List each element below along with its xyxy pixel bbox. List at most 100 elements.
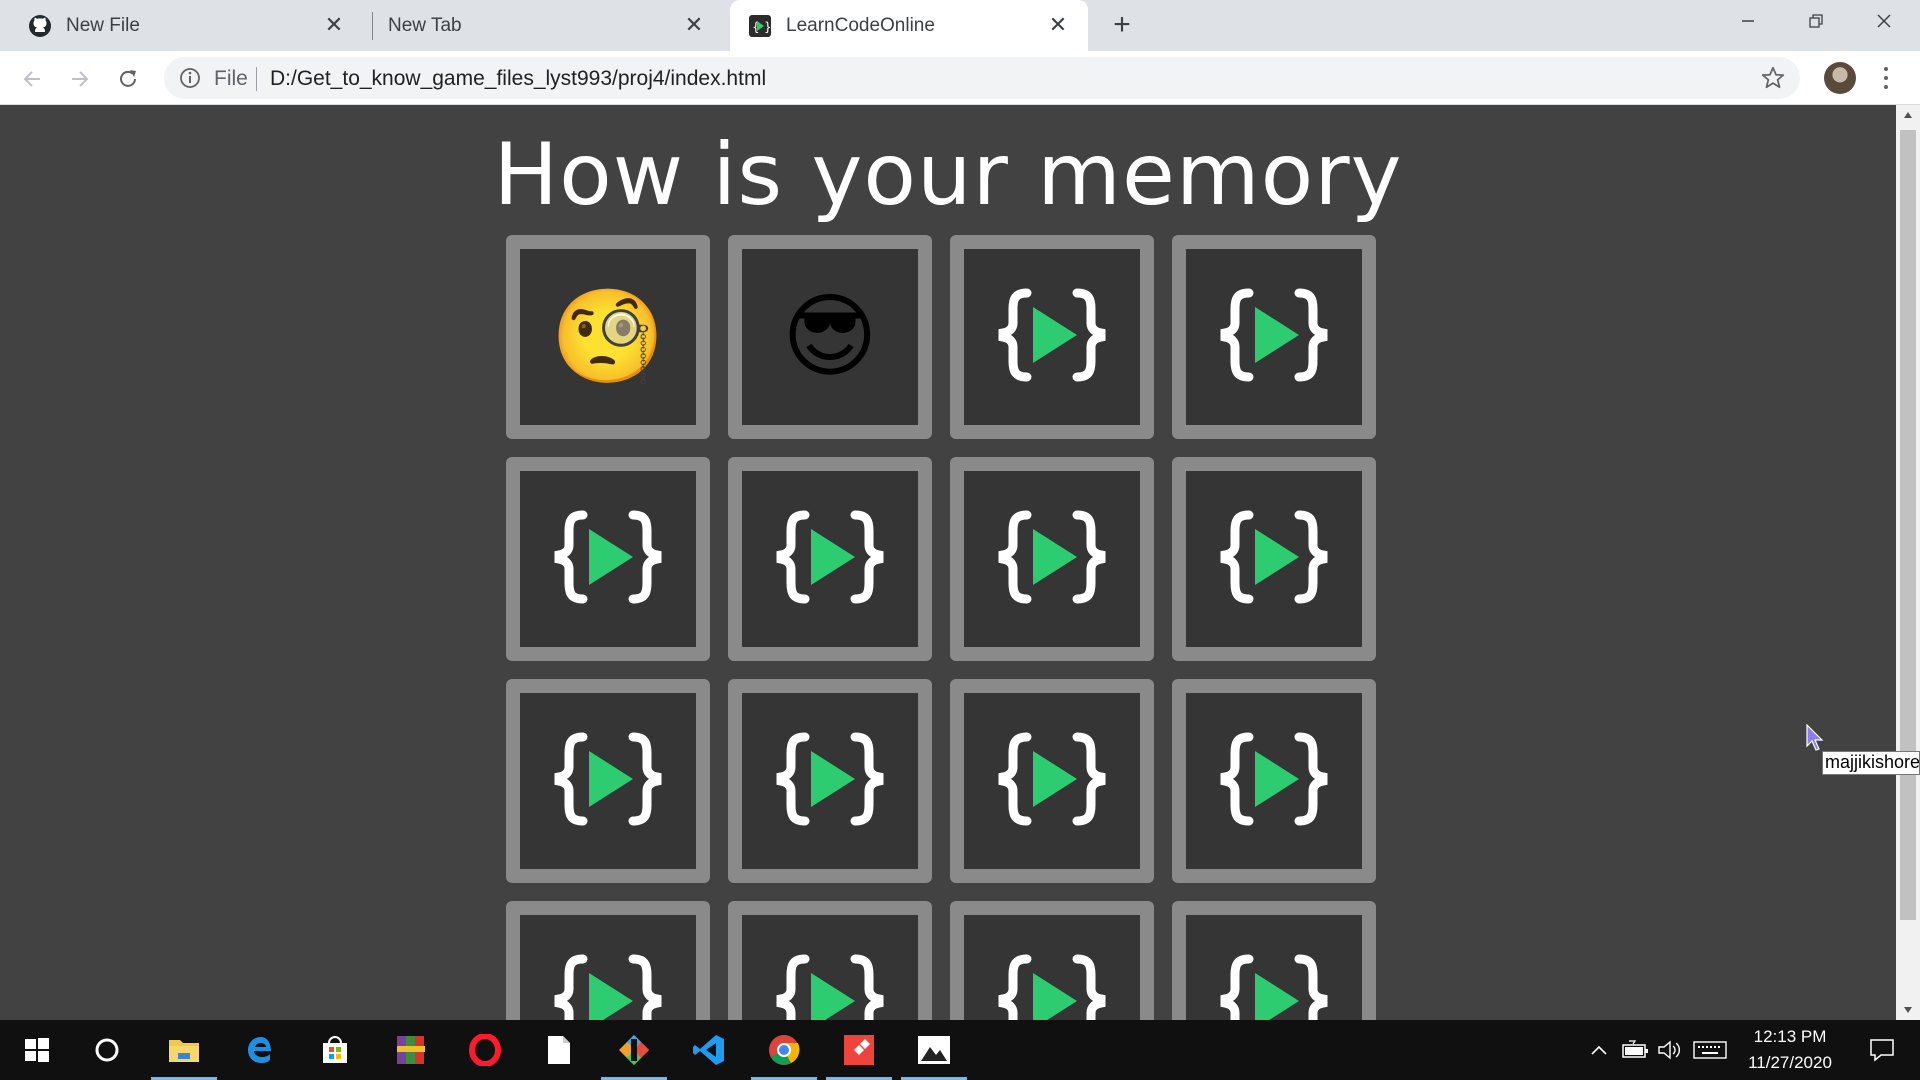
memory-card[interactable] — [506, 457, 710, 661]
memory-card[interactable] — [1172, 679, 1376, 883]
bookmark-star-icon[interactable] — [1760, 65, 1786, 91]
browser-tab-strip: New File ✕ New Tab ✕ {} LearnCodeOnline … — [0, 0, 1920, 51]
memory-card[interactable] — [1172, 235, 1376, 439]
learncodeonline-logo-icon — [1219, 507, 1329, 612]
info-icon[interactable] — [178, 66, 202, 90]
cortana-icon[interactable] — [70, 1020, 144, 1080]
anydesk-icon[interactable] — [822, 1020, 896, 1080]
volume-icon[interactable] — [1654, 1020, 1686, 1080]
card-face — [1186, 249, 1362, 425]
card-face — [742, 693, 918, 869]
file-explorer-icon[interactable] — [147, 1020, 221, 1080]
card-face — [520, 471, 696, 647]
learncodeonline-icon: {} — [748, 14, 772, 38]
scroll-down-arrow-icon[interactable] — [1896, 1000, 1920, 1020]
photos-icon[interactable] — [897, 1020, 971, 1080]
minimize-icon[interactable] — [1714, 0, 1782, 42]
tab-new-tab[interactable]: New Tab ✕ — [374, 0, 724, 51]
card-face — [742, 915, 918, 1020]
learncodeonline-logo-icon — [775, 729, 885, 834]
keyboard-icon[interactable] — [1690, 1020, 1730, 1080]
learncodeonline-logo-icon — [775, 507, 885, 612]
learncodeonline-logo-icon — [775, 951, 885, 1020]
profile-avatar[interactable] — [1824, 62, 1856, 94]
forward-arrow-icon[interactable] — [62, 61, 98, 97]
tab-title: New Tab — [388, 14, 462, 36]
memory-card[interactable] — [506, 679, 710, 883]
more-menu-icon[interactable] — [1876, 63, 1896, 93]
learncodeonline-logo-icon — [1219, 285, 1329, 390]
tab-separator — [372, 12, 373, 40]
learncodeonline-logo-icon — [1219, 951, 1329, 1020]
battery-icon[interactable] — [1618, 1020, 1652, 1080]
memory-card[interactable] — [728, 901, 932, 1020]
learncodeonline-logo-icon — [997, 507, 1107, 612]
restore-icon[interactable] — [1782, 0, 1850, 42]
back-arrow-icon[interactable] — [14, 61, 50, 97]
learncodeonline-logo-icon — [553, 729, 663, 834]
start-icon[interactable] — [0, 1020, 74, 1080]
card-face — [1186, 471, 1362, 647]
memory-card[interactable] — [950, 901, 1154, 1020]
card-face — [1186, 693, 1362, 869]
card-face — [520, 693, 696, 869]
learncodeonline-logo-icon — [1219, 729, 1329, 834]
learncodeonline-logo-icon — [553, 951, 663, 1020]
page-scrollbar[interactable] — [1896, 105, 1920, 1020]
system-clock[interactable]: 12:13 PM 11/27/2020 — [1730, 1024, 1850, 1076]
vscode-icon[interactable] — [672, 1020, 746, 1080]
svg-text:}: } — [764, 20, 771, 34]
address-bar[interactable]: File D:/Get_to_know_game_files_lyst993/p… — [164, 57, 1800, 99]
card-face — [964, 915, 1140, 1020]
new-tab-button[interactable]: + — [1106, 10, 1138, 42]
notification-center-icon[interactable] — [1852, 1020, 1912, 1080]
tab-learncodeonline[interactable]: {} LearnCodeOnline ✕ — [730, 0, 1088, 51]
chrome-icon[interactable] — [747, 1020, 821, 1080]
learncodeonline-logo-icon — [997, 951, 1107, 1020]
opera-icon[interactable] — [448, 1020, 522, 1080]
clock-time: 12:13 PM — [1753, 1027, 1827, 1046]
scroll-up-arrow-icon[interactable] — [1896, 105, 1920, 125]
tooltip: majjikishore — [1822, 751, 1920, 775]
close-icon[interactable]: ✕ — [322, 13, 346, 37]
git-icon[interactable] — [597, 1020, 671, 1080]
edge-icon[interactable] — [224, 1020, 298, 1080]
card-face — [742, 471, 918, 647]
memory-card[interactable] — [950, 679, 1154, 883]
tab-new-file[interactable]: New File ✕ — [14, 0, 364, 51]
learncodeonline-logo-icon — [997, 285, 1107, 390]
omnibox-divider — [256, 67, 257, 91]
github-icon — [28, 14, 52, 38]
card-face — [964, 249, 1140, 425]
memory-card[interactable] — [1172, 457, 1376, 661]
scrollbar-thumb[interactable] — [1900, 130, 1916, 920]
store-icon[interactable] — [298, 1020, 372, 1080]
card-face — [964, 693, 1140, 869]
face-with-monocle-emoji: 🧐 — [550, 286, 666, 388]
url-text[interactable]: D:/Get_to_know_game_files_lyst993/proj4/… — [270, 67, 766, 91]
memory-card[interactable]: 😎 — [728, 235, 932, 439]
scheme-label: File — [214, 67, 248, 90]
notepad-icon[interactable] — [522, 1020, 596, 1080]
memory-card[interactable] — [506, 901, 710, 1020]
window-close-icon[interactable] — [1850, 0, 1918, 42]
memory-card[interactable] — [950, 457, 1154, 661]
browser-toolbar: File D:/Get_to_know_game_files_lyst993/p… — [0, 51, 1920, 105]
memory-card[interactable] — [728, 679, 932, 883]
page-title: How is your memory — [493, 125, 1403, 225]
learncodeonline-logo-icon — [553, 507, 663, 612]
card-face: 😎 — [742, 249, 918, 425]
close-icon[interactable]: ✕ — [682, 13, 706, 37]
reload-icon[interactable] — [110, 61, 146, 97]
close-icon[interactable]: ✕ — [1046, 13, 1070, 37]
windows-taskbar: 12:13 PM 11/27/2020 — [0, 1020, 1920, 1080]
memory-card[interactable] — [1172, 901, 1376, 1020]
memory-card[interactable] — [728, 457, 932, 661]
card-face — [1186, 915, 1362, 1020]
winrar-icon[interactable] — [374, 1020, 448, 1080]
memory-card[interactable] — [950, 235, 1154, 439]
clock-date: 11/27/2020 — [1748, 1053, 1832, 1072]
show-hidden-icons-chevron-icon[interactable] — [1584, 1020, 1614, 1080]
memory-card[interactable]: 🧐 — [506, 235, 710, 439]
page-content: How is your memory 🧐 😎 — [0, 105, 1896, 1020]
